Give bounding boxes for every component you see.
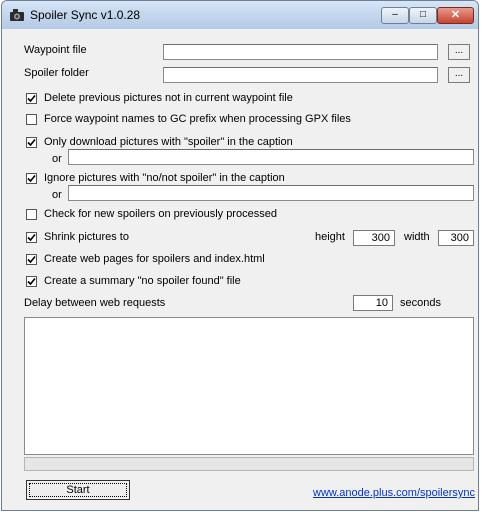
delete-previous-checkbox[interactable] (26, 93, 37, 104)
only-spoiler-label: Only download pictures with "spoiler" in… (44, 136, 293, 148)
force-gc-prefix-label: Force waypoint names to GC prefix when p… (44, 113, 351, 125)
check-mark-icon (27, 255, 36, 264)
delay-input[interactable]: 10 (353, 295, 393, 311)
summary-file-label: Create a summary "no spoiler found" file (44, 275, 241, 287)
spoiler-folder-input[interactable] (163, 67, 438, 83)
waypoint-file-input[interactable] (163, 44, 438, 60)
close-icon: ✕ (450, 9, 461, 21)
check-mark-icon (27, 233, 36, 242)
check-mark-icon (27, 94, 36, 103)
progress-bar (24, 457, 474, 471)
width-label: width (404, 231, 430, 243)
ignore-no-spoiler-checkbox[interactable] (26, 173, 37, 184)
app-window: Spoiler Sync v1.0.28 – □ ✕ Waypoint file… (1, 0, 479, 511)
only-spoiler-or-input[interactable] (68, 149, 474, 165)
maximize-icon: □ (419, 9, 427, 20)
minimize-button[interactable]: – (381, 7, 409, 24)
delete-previous-label: Delete previous pictures not in current … (44, 92, 293, 104)
width-input[interactable]: 300 (438, 230, 474, 246)
ignore-or-input[interactable] (68, 185, 474, 201)
shrink-pictures-label: Shrink pictures to (44, 231, 129, 243)
title-bar[interactable]: Spoiler Sync v1.0.28 – □ ✕ (2, 1, 478, 29)
check-new-spoilers-label: Check for new spoilers on previously pro… (44, 208, 277, 220)
window-title: Spoiler Sync v1.0.28 (30, 8, 141, 22)
force-gc-prefix-checkbox[interactable] (26, 114, 37, 125)
check-mark-icon (27, 174, 36, 183)
waypoint-browse-button[interactable]: ... (448, 44, 470, 60)
ignore-or-label: or (52, 189, 62, 201)
spoiler-folder-label: Spoiler folder (24, 67, 89, 79)
web-pages-label: Create web pages for spoilers and index.… (44, 253, 265, 265)
minimize-icon: – (392, 9, 398, 20)
ignore-no-spoiler-label: Ignore pictures with "no/not spoiler" in… (44, 172, 285, 184)
website-link[interactable]: www.anode.plus.com/spoilersync (313, 487, 475, 499)
only-spoiler-checkbox[interactable] (26, 137, 37, 148)
height-label: height (315, 231, 345, 243)
start-button[interactable]: Start (26, 480, 130, 500)
spoiler-browse-button[interactable]: ... (448, 67, 470, 83)
maximize-button[interactable]: □ (409, 7, 437, 24)
delay-unit-label: seconds (400, 297, 441, 309)
check-mark-icon (27, 277, 36, 286)
summary-file-checkbox[interactable] (26, 276, 37, 287)
close-button[interactable]: ✕ (437, 7, 474, 24)
app-icon (10, 9, 24, 21)
shrink-pictures-checkbox[interactable] (26, 232, 37, 243)
log-output[interactable] (24, 317, 474, 455)
waypoint-file-label: Waypoint file (24, 44, 87, 56)
delay-label: Delay between web requests (24, 297, 166, 309)
only-spoiler-or-label: or (52, 153, 62, 165)
check-mark-icon (27, 138, 36, 147)
check-new-spoilers-checkbox[interactable] (26, 209, 37, 220)
height-input[interactable]: 300 (353, 230, 395, 246)
web-pages-checkbox[interactable] (26, 254, 37, 265)
